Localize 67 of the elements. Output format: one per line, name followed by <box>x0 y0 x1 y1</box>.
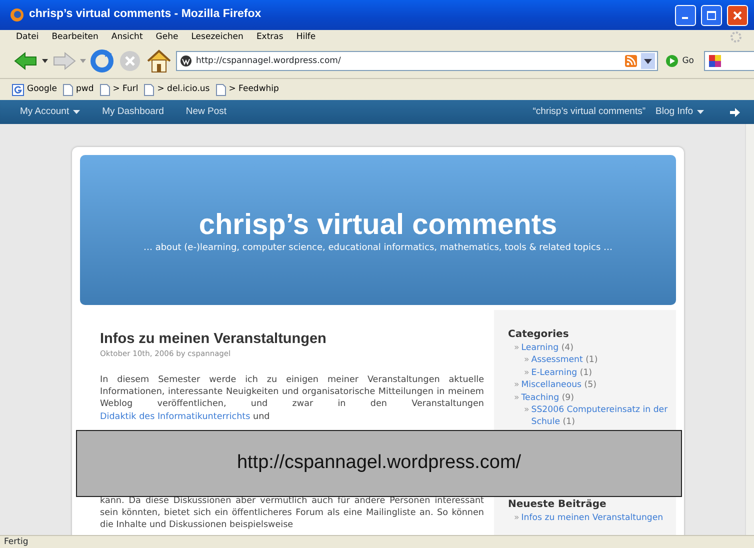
home-icon[interactable] <box>146 49 172 73</box>
bookmark-link[interactable]: > del.icio.us <box>144 83 210 96</box>
menu-item[interactable]: Ansicht <box>111 30 143 44</box>
close-button[interactable] <box>727 4 748 26</box>
wordpress-logo-icon <box>180 55 192 67</box>
maximize-icon <box>707 10 716 20</box>
nav-link[interactable]: My Dashboard <box>102 104 164 120</box>
nav-link[interactable]: “chrisp’s virtual comments” <box>532 104 646 120</box>
menu-item[interactable]: Lesezeichen <box>191 30 244 44</box>
bullet-mark: » <box>524 354 530 367</box>
post-title[interactable]: Infos zu meinen Veranstaltungen <box>100 331 484 348</box>
bullet-mark: » <box>514 342 520 354</box>
arrow-right-icon[interactable] <box>730 108 740 116</box>
category-link[interactable]: SS2006 Computereinsatz in der Schule (1) <box>531 404 670 429</box>
menu-item[interactable]: Hilfe <box>296 30 316 44</box>
caret-icon <box>697 110 704 114</box>
minimize-button[interactable] <box>675 4 696 26</box>
search-field[interactable] <box>704 51 754 71</box>
menu-link[interactable]: My Account <box>20 104 80 120</box>
inline-link[interactable]: Didaktik des Informatikunterrichts <box>100 412 250 422</box>
caption-overlay: http://cspannagel.wordpress.com/ <box>76 430 682 497</box>
scrollbar[interactable] <box>745 124 754 535</box>
category-link[interactable]: E-Learning (1) <box>531 366 592 380</box>
blog-tagline: … about (e-)learning, computer science, educational informatics, mathematics, tools & related topics … <box>143 242 613 256</box>
search-engine-icon[interactable] <box>708 54 724 68</box>
rss-feed-icon <box>625 55 638 67</box>
firefox-icon <box>10 8 24 22</box>
bullet-mark: » <box>524 366 530 380</box>
reload-icon[interactable] <box>90 49 114 73</box>
bookmark-link[interactable]: pwd <box>62 83 94 96</box>
dropdown-icon[interactable] <box>641 53 656 69</box>
menu-link[interactable]: Blog Info <box>656 104 704 120</box>
caret-icon <box>73 110 80 114</box>
menu-item[interactable]: Extras <box>256 30 284 44</box>
bullet-mark: » <box>514 392 520 404</box>
nav-link[interactable]: New Post <box>186 104 227 120</box>
google-icon <box>12 84 24 96</box>
throbber-icon <box>730 31 742 43</box>
maximize-button[interactable] <box>701 4 722 26</box>
go-button[interactable]: Go <box>666 54 694 68</box>
category-link[interactable]: Assessment (1) <box>531 354 598 367</box>
page-icon <box>144 84 154 96</box>
bullet-mark: » <box>514 379 520 392</box>
dropdown-icon[interactable] <box>42 59 48 63</box>
page-icon <box>100 84 110 96</box>
status-text: Fertig <box>0 535 754 548</box>
menu-item[interactable]: Datei <box>16 30 39 44</box>
category-link[interactable]: Teaching (9) <box>521 392 574 404</box>
post-paragraph: In diesem Semester werde ich zu einigen meiner Veranstaltungen aktuelle Informationen, interessante Neuigkeiten und organisatorische Mitteilungen in meinem Weblog veröffentlichen, und zwar in den Veranstaltungen Didaktik des Informatikunterrichts und <box>100 374 484 424</box>
sidebar-heading: Categories <box>508 328 570 342</box>
page-icon <box>216 84 226 96</box>
sidebar-heading: Neueste Beiträge <box>508 498 608 512</box>
menu-item[interactable]: Bearbeiten <box>52 30 98 44</box>
window-title: chrisp’s virtual comments - Mozilla Firefox <box>29 7 262 22</box>
bookmark-link[interactable]: > Furl <box>100 83 138 96</box>
bookmark-link[interactable]: > Feedwhip <box>216 83 279 96</box>
close-icon <box>733 10 742 20</box>
category-link[interactable]: Miscellaneous (5) <box>521 379 596 392</box>
category-link[interactable]: Learning (4) <box>521 342 574 354</box>
menu-item[interactable]: Gehe <box>156 30 178 44</box>
post-link[interactable]: Infos zu meinen Veranstaltungen <box>521 512 664 523</box>
bullet-mark: » <box>514 512 520 523</box>
back-arrow-icon[interactable] <box>14 51 38 71</box>
bookmark-link[interactable]: Google <box>12 83 57 96</box>
bullet-mark: » <box>524 404 530 418</box>
address-field[interactable]: http://cspannagel.wordpress.com/ <box>176 51 658 71</box>
page-icon <box>62 84 73 96</box>
